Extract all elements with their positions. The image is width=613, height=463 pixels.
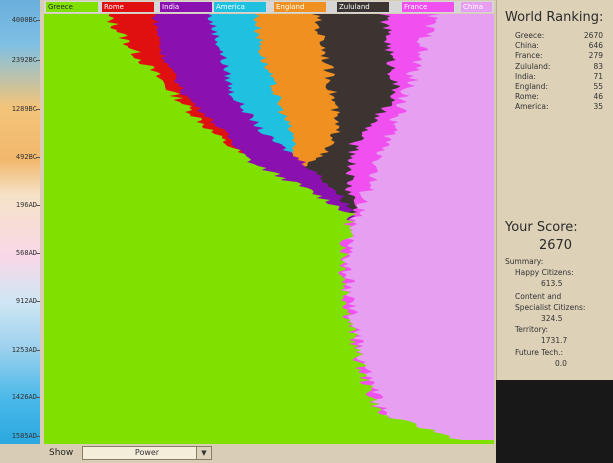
axis-tick-mark (36, 157, 40, 158)
ranking-civ-score: 55 (593, 82, 603, 91)
axis-tick-mark (36, 301, 40, 302)
score-value: 2670 (538, 238, 573, 253)
power-area-chart (44, 14, 468, 444)
ranking-civ-score: 2670 (583, 31, 603, 40)
ranking-civ-score: 646 (588, 41, 603, 51)
future-tech-value: 0.0 (555, 359, 567, 368)
axis-tick-mark (36, 20, 40, 21)
ranking-civ-name: America: (515, 102, 549, 112)
time-axis: 4000BC 2392BC 1289BC 492BC 196AD 568AD 912AD 12… (0, 0, 40, 444)
content-citizens-value: 324.5 (541, 314, 563, 323)
axis-tick-mark (36, 60, 40, 61)
legend-item-america: America (214, 2, 266, 12)
axis-tick-label: 196AD (15, 201, 37, 209)
ranking-civ-score: 279 (588, 51, 603, 61)
ranking-civ-score: 35 (593, 102, 603, 112)
legend-item-china: China (461, 2, 492, 12)
show-label: Show (49, 448, 74, 458)
show-bar: Show Power ▼ (40, 444, 494, 463)
legend-item-india: India (160, 2, 212, 12)
legend-item-france: France (402, 2, 454, 12)
ranking-civ-name: China: (515, 41, 539, 51)
ranking-title: World Ranking: (505, 10, 604, 25)
happy-citizens-value: 613.5 (541, 279, 563, 288)
axis-tick-mark (36, 350, 40, 351)
summary-label: Summary: (505, 257, 544, 266)
show-select-value: Power (134, 448, 160, 457)
ranking-panel: World Ranking: Greece: 2670 China: 646 Franc… (496, 0, 613, 380)
axis-tick-label: 4000BC (11, 16, 37, 24)
score-title: Your Score: (505, 220, 578, 235)
happy-citizens-label: Happy Citizens: (515, 268, 574, 277)
axis-tick-label: 2392BC (11, 56, 37, 64)
axis-tick-label: 1426AD (11, 393, 37, 401)
empty-panel (496, 380, 613, 463)
ranking-civ-name: India: (515, 71, 536, 81)
axis-tick-label: 912AD (15, 297, 37, 305)
ranking-civ-name: France: (515, 51, 543, 61)
legend-item-greece: Greece (46, 2, 98, 12)
axis-tick-label: 1585AD (11, 432, 37, 440)
ranking-civ-score: 83 (593, 61, 603, 71)
legend-item-zululand: Zululand (337, 2, 389, 12)
axis-tick-mark (36, 109, 40, 110)
ranking-civ-score: 71 (593, 71, 603, 81)
territory-label: Territory: (515, 325, 549, 334)
future-tech-label: Future Tech.: (515, 348, 563, 357)
ranking-civ-name: Zululand: (515, 61, 551, 71)
power-chart (44, 14, 494, 444)
axis-tick-label: 1253AD (11, 346, 37, 354)
territory-value: 1731.7 (541, 336, 568, 345)
content-citizens-label-1: Content and (515, 292, 562, 301)
ranking-civ-name: Rome: (515, 92, 539, 102)
ranking-civ-name: England: (515, 82, 548, 91)
axis-tick-label: 1289BC (11, 105, 37, 113)
game-demographics-screen: { "chart_data": { "type": "area", "title… (0, 0, 613, 463)
axis-tick-mark (36, 397, 40, 398)
axis-tick-label: 568AD (15, 249, 37, 257)
axis-tick-mark (36, 205, 40, 206)
axis-tick-mark (36, 436, 40, 437)
ranking-civ-name: Greece: (515, 31, 545, 40)
ranking-civ-score: 46 (593, 92, 603, 102)
chevron-down-icon[interactable]: ▼ (196, 447, 211, 459)
civ-legend: Greece Rome India America England Zululand Fra… (44, 1, 494, 13)
axis-tick-label: 492BC (15, 153, 37, 161)
legend-item-england: England (274, 2, 326, 12)
legend-item-rome: Rome (102, 2, 154, 12)
content-citizens-label-2: Specialist Citizens: (515, 303, 586, 312)
axis-tick-mark (36, 253, 40, 254)
show-select[interactable]: Power ▼ (82, 446, 212, 460)
